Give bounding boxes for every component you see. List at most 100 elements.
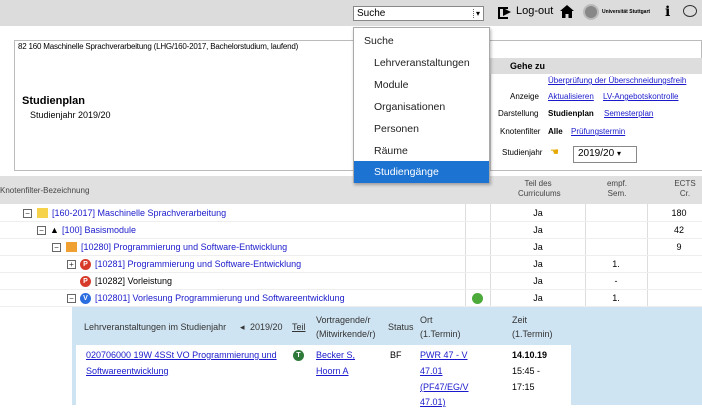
university-logo[interactable]: Universität Stuttgart [583,4,650,20]
table-row[interactable]: − ▲ [100] Basismodule Ja 42 [0,222,702,239]
lecturer-link-2[interactable]: Hoorn A [316,364,349,379]
teil-icon: T [293,350,304,361]
curriculum-value: Ja [533,259,543,269]
info-icon[interactable]: i [665,4,670,20]
node-label[interactable]: [102801] Vorlesung Programmierung und So… [95,293,345,303]
subtable-header-ort: Ort [420,315,433,325]
time-start: 15:45 - [512,366,541,376]
semester-value: - [614,276,618,286]
search-dropdown-menu: Suche Lehrveranstaltungen Module Organis… [353,27,490,183]
pointer-hand-icon: ☚ [550,147,559,158]
anzeige-label: Anzeige [510,92,539,101]
module-icon [66,242,77,252]
dropdown-item-lehrveranstaltungen[interactable]: Lehrveranstaltungen [354,52,489,74]
subtable-header-teil[interactable]: Teil [292,320,306,334]
collapse-toggle[interactable]: − [23,209,32,218]
curriculum-value: Ja [533,225,543,235]
subtable-header-status: Status [388,322,414,332]
seal-icon [583,4,599,20]
page-subtitle: Studienjahr 2019/20 [30,110,111,120]
lv-check-link[interactable]: LV-Angebotskontrolle [603,92,678,101]
university-name: Universität Stuttgart [602,9,651,15]
exam-icon: P [80,259,91,270]
overlap-check-link[interactable]: Überprüfung der Überschneidungsfreih [548,76,686,85]
curriculum-value: Ja [533,293,543,303]
table-row[interactable]: − [160-2017] Maschinelle Sprachverarbeit… [0,205,702,222]
subtable-header-mitwirkende: (Mitwirkende/r) [316,329,376,339]
table-header [0,176,702,204]
table-row[interactable]: + P [10281] Programmierung und Software-… [0,256,702,273]
time-end: 17:15 [512,382,535,392]
chat-icon[interactable] [683,5,697,17]
node-label[interactable]: [10282] Vorleistung [95,276,172,286]
col-header-curriculum: Teil des Curriculums [518,179,561,198]
subtable-header-zeit: Zeit [512,315,528,325]
year-select-value: 2019/20 [578,148,615,159]
collapse-toggle[interactable]: − [52,243,61,252]
semesterplan-link[interactable]: Semesterplan [604,109,653,118]
filter-all: Alle [548,127,563,136]
semester-value: 1. [612,293,620,303]
ects-value: 42 [673,225,684,235]
exam-date-link[interactable]: Prüfungstermin [571,127,625,136]
studienjahr-label: Studienjahr [502,148,543,157]
logout-icon [498,5,512,19]
chevron-down-icon: ▾ [616,149,621,158]
ects-value: 180 [671,208,687,218]
dropdown-item-suche[interactable]: Suche [354,30,489,52]
subtable-header-lv: Lehrveranstaltungen im Studienjahr [84,322,227,332]
dropdown-item-raeume[interactable]: Räume [354,140,489,162]
home-icon[interactable] [560,5,574,18]
refresh-link[interactable]: Aktualisieren [548,92,594,101]
room-link-2[interactable]: 47.01 [420,364,443,379]
lecturer-link[interactable]: Becker S, [316,348,355,363]
node-label[interactable]: [10280] Programmierung und Software-Entw… [81,242,287,252]
goto-label: Gehe zu [510,61,546,71]
search-select-value: Suche [357,8,386,19]
table-row[interactable]: P [10282] Vorleistung Ja - [0,273,702,290]
course-link[interactable]: 020706000 19W 4SSt VO Programmierung und [86,348,277,363]
page-title: Studienplan [22,95,85,107]
chevron-down-icon: ▾ [472,9,480,18]
search-select[interactable]: Suche ▾ [353,6,484,21]
dropdown-item-personen[interactable]: Personen [354,118,489,140]
course-link-cont[interactable]: Softwareentwicklung [86,364,169,379]
semester-value: 1. [612,259,620,269]
curriculum-value: Ja [533,276,543,286]
table-row[interactable]: − [10280] Programmierung und Software-En… [0,239,702,256]
room-link[interactable]: PWR 47 - V [420,348,468,363]
subtable-header-zeit-sub: (1.Termin) [512,329,553,339]
logout-link[interactable]: Log-out [498,5,554,19]
collapse-toggle[interactable]: − [37,226,46,235]
collapse-toggle[interactable]: − [67,294,76,303]
curriculum-value: Ja [533,242,543,252]
col-header-semester: empf. Sem. [606,179,627,198]
logout-label: Log-out [516,5,554,17]
node-label[interactable]: [100] Basismodule [62,225,136,235]
col-header-ects: ECTS Cr. [674,179,696,198]
dropdown-item-organisationen[interactable]: Organisationen [354,96,489,118]
table-row[interactable]: − V [102801] Vorlesung Programmierung un… [0,290,702,307]
curriculum-value: Ja [533,208,543,218]
node-label[interactable]: [10281] Programmierung und Software-Entw… [95,259,301,269]
expand-toggle[interactable]: + [67,260,76,269]
darstellung-label: Darstellung [498,109,539,118]
folder-icon [37,208,48,218]
room-link-3[interactable]: (PF47/EG/V [420,380,469,395]
prev-year-icon[interactable]: ◂ [240,320,245,334]
dropdown-item-studiengaenge[interactable]: Studiengänge [354,161,489,183]
status-ok-icon [472,293,483,304]
subtable-year: 2019/20 [250,322,283,332]
year-select[interactable]: 2019/20 ▾ [573,146,637,163]
subtable-header-vortragende: Vortragende/r [316,315,371,325]
knotenfilter-label: Knotenfilter [500,127,541,136]
course-icon: V [80,293,91,304]
dropdown-item-module[interactable]: Module [354,74,489,96]
room-link-4[interactable]: 47.01) [420,395,446,410]
ects-value: 9 [676,242,682,252]
studienplan-view: Studienplan [548,109,594,118]
node-label[interactable]: [160-2017] Maschinelle Sprachverarbeitun… [52,208,226,218]
date-value: 14.10.19 [512,350,548,360]
exam-icon: P [80,276,91,287]
col-header-name: Knotenfilter-Bezeichnung [0,186,90,195]
